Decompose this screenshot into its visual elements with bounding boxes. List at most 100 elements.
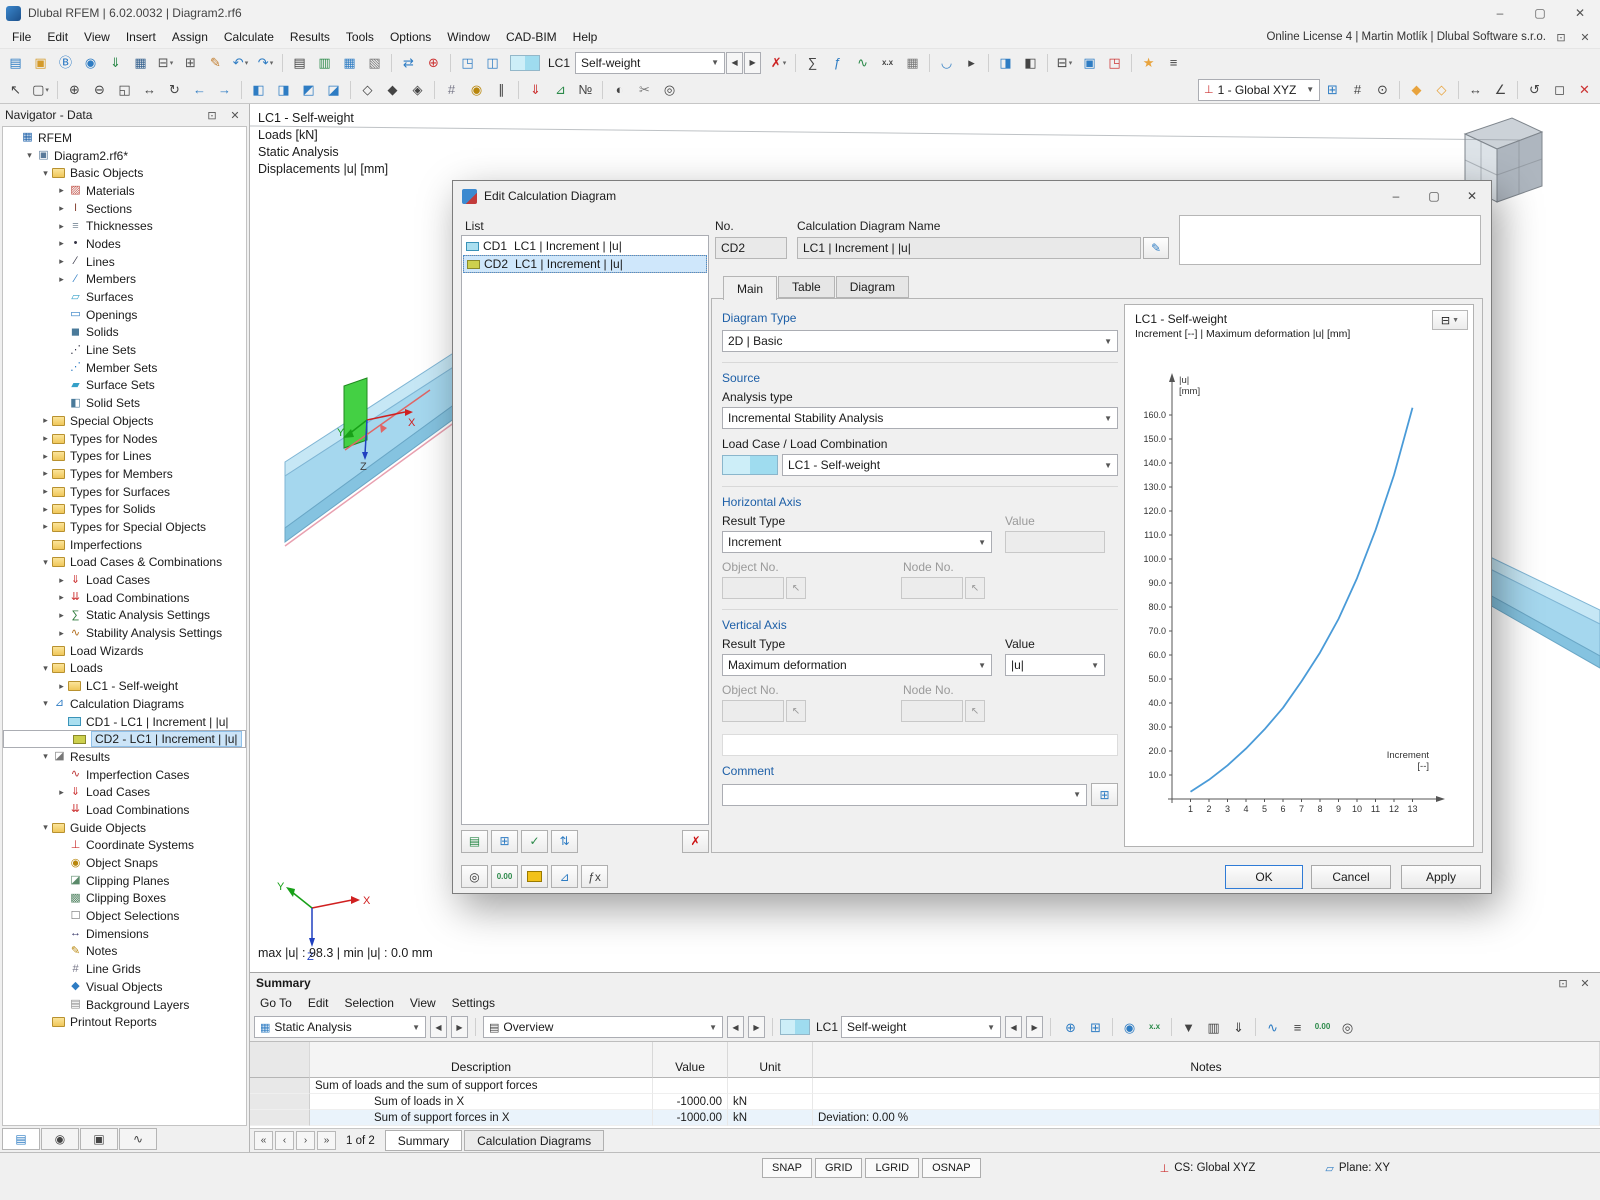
- protractor-icon[interactable]: ∠: [1489, 78, 1512, 101]
- collapse-icon[interactable]: ▾: [39, 168, 52, 179]
- tree-item-object-selections[interactable]: ☐Object Selections: [3, 907, 246, 925]
- redo-icon[interactable]: ↷▾: [254, 51, 277, 74]
- vertical-result-type-select[interactable]: Maximum deformation▼: [722, 654, 992, 676]
- row-gutter[interactable]: [250, 1110, 310, 1126]
- show-supports-icon[interactable]: ⊿: [549, 78, 572, 101]
- tree-item-background-layers[interactable]: ▤Background Layers: [3, 996, 246, 1014]
- isometric-view-icon[interactable]: ◪: [322, 78, 345, 101]
- expand-icon[interactable]: ▸: [55, 592, 68, 603]
- next-load-case-button[interactable]: ▶: [1026, 1016, 1043, 1038]
- tree-item-surface-sets[interactable]: ▰Surface Sets: [3, 377, 246, 395]
- dialog-minimize-button[interactable]: –: [1377, 182, 1415, 210]
- column-header-value[interactable]: Value: [653, 1042, 728, 1078]
- tree-item-loads[interactable]: ▾Loads: [3, 660, 246, 678]
- tree-item-basic-objects[interactable]: ▾Basic Objects: [3, 164, 246, 182]
- tree-item-calculation-diagrams[interactable]: ▾⊿Calculation Diagrams: [3, 695, 246, 713]
- tree-item-printout-reports[interactable]: Printout Reports: [3, 1013, 246, 1031]
- collapse-icon[interactable]: ▾: [39, 822, 52, 833]
- collapse-icon[interactable]: ▾: [39, 557, 52, 568]
- tab-table[interactable]: Table: [778, 276, 835, 298]
- next-page-button[interactable]: ›: [296, 1131, 315, 1150]
- delete-diagram-icon[interactable]: ✗: [682, 830, 709, 853]
- previous-view-icon[interactable]: ←: [188, 78, 211, 101]
- last-page-button[interactable]: »: [317, 1131, 336, 1150]
- result-values-icon[interactable]: x.x: [876, 51, 899, 74]
- menu-results[interactable]: Results: [282, 27, 338, 47]
- tree-item-member-sets[interactable]: ⋰Member Sets: [3, 359, 246, 377]
- tree-item-types-for-solids[interactable]: ▸Types for Solids: [3, 500, 246, 518]
- first-page-button[interactable]: «: [254, 1131, 273, 1150]
- load-case-select[interactable]: LC1 - Self-weight▼: [782, 454, 1118, 476]
- configuration-icon[interactable]: ≡: [1162, 51, 1185, 74]
- expand-icon[interactable]: ▸: [39, 504, 52, 515]
- calculate-all-icon[interactable]: ∑: [801, 51, 824, 74]
- axes-icon[interactable]: ⊿: [551, 865, 578, 888]
- float-panel-icon[interactable]: ⊡: [203, 109, 221, 122]
- cell-value[interactable]: -1000.00: [653, 1094, 728, 1110]
- row-gutter[interactable]: [250, 1094, 310, 1110]
- expand-icon[interactable]: ▸: [55, 238, 68, 249]
- navigator-tab-data[interactable]: ▤: [2, 1128, 40, 1150]
- tree-item-line-grids[interactable]: #Line Grids: [3, 960, 246, 978]
- print-chart-button[interactable]: ⊟▼: [1432, 310, 1468, 330]
- menu-cad-bim[interactable]: CAD-BIM: [498, 27, 565, 47]
- cell-notes[interactable]: [813, 1078, 1600, 1094]
- float-panel-icon[interactable]: ⊡: [1554, 977, 1572, 990]
- table-view-select[interactable]: ▤ Overview▼: [483, 1016, 723, 1038]
- collapse-icon[interactable]: ▾: [39, 751, 52, 762]
- tree-item-thicknesses[interactable]: ▸≡Thicknesses: [3, 217, 246, 235]
- display-properties-icon[interactable]: ◧: [1019, 51, 1042, 74]
- chart-icon[interactable]: ∿: [1261, 1016, 1284, 1039]
- comment-templates-button[interactable]: ⊞: [1091, 783, 1118, 806]
- decimals-icon[interactable]: 0.00: [491, 865, 518, 888]
- render-transparent-icon[interactable]: ◈: [406, 78, 429, 101]
- column-header-notes[interactable]: Notes: [813, 1042, 1600, 1078]
- navigator-tab-display[interactable]: ◉: [41, 1128, 79, 1150]
- snap-node-icon[interactable]: ◆: [1405, 78, 1428, 101]
- tree-item-diagram2-rf6[interactable]: ▾▣Diagram2.rf6*: [3, 147, 246, 165]
- menu-calculate[interactable]: Calculate: [216, 27, 282, 47]
- expand-icon[interactable]: ▸: [39, 415, 52, 426]
- previous-load-case-button[interactable]: ◀: [726, 52, 743, 74]
- table-tab-summary[interactable]: Summary: [385, 1130, 462, 1151]
- previous-analysis-button[interactable]: ◀: [430, 1016, 447, 1038]
- column-header-unit[interactable]: Unit: [728, 1042, 813, 1078]
- tree-item-notes[interactable]: ✎Notes: [3, 943, 246, 961]
- dialog-titlebar[interactable]: Edit Calculation Diagram – ▢ ✕: [453, 181, 1491, 211]
- menu-view[interactable]: View: [76, 27, 118, 47]
- table-columns-icon[interactable]: ▥: [1202, 1016, 1225, 1039]
- snap-settings-icon[interactable]: ◉: [465, 78, 488, 101]
- sync-views-icon[interactable]: ⊕: [1059, 1016, 1082, 1039]
- close-panel-icon[interactable]: ✕: [226, 109, 244, 122]
- toggle-osnap[interactable]: OSNAP: [922, 1158, 981, 1178]
- expand-icon[interactable]: ▸: [55, 203, 68, 214]
- menu-assign[interactable]: Assign: [164, 27, 216, 47]
- panel-icon[interactable]: ◨: [994, 51, 1017, 74]
- menu-file[interactable]: File: [4, 27, 39, 47]
- undo-view-icon[interactable]: ↺: [1523, 78, 1546, 101]
- next-analysis-button[interactable]: ▶: [451, 1016, 468, 1038]
- table-export-icon[interactable]: ⇓: [1227, 1016, 1250, 1039]
- block-icon[interactable]: ▣: [1078, 51, 1101, 74]
- menu-window[interactable]: Window: [439, 27, 498, 47]
- cell-description[interactable]: Sum of loads in X: [310, 1094, 653, 1110]
- select-check-icon[interactable]: ✓: [521, 830, 548, 853]
- expand-icon[interactable]: ▸: [55, 575, 68, 586]
- expand-icon[interactable]: ▸: [55, 221, 68, 232]
- tree-item-solids[interactable]: ◼Solids: [3, 324, 246, 342]
- dialog-maximize-button[interactable]: ▢: [1415, 182, 1453, 210]
- show-grid-icon[interactable]: #: [440, 78, 463, 101]
- full-view-icon[interactable]: ◻: [1548, 78, 1571, 101]
- tree-item-openings[interactable]: ▭Openings: [3, 306, 246, 324]
- zoom-selected-icon[interactable]: ◉: [1118, 1016, 1141, 1039]
- printout-report-icon[interactable]: ▦: [338, 51, 361, 74]
- window-maximize-button[interactable]: ▢: [1520, 0, 1560, 26]
- work-plane-indicator[interactable]: ▱ Plane: XY: [1325, 1158, 1390, 1178]
- previous-load-case-button[interactable]: ◀: [1005, 1016, 1022, 1038]
- webservice-icon[interactable]: ◉: [79, 51, 102, 74]
- zoom-out-icon[interactable]: ⊖: [88, 78, 111, 101]
- render-solid-icon[interactable]: ◆: [381, 78, 404, 101]
- reorder-icon[interactable]: ⇅: [551, 830, 578, 853]
- tree-item-coordinate-systems[interactable]: ⊥Coordinate Systems: [3, 837, 246, 855]
- tree-item-load-cases[interactable]: ▸⇓Load Cases: [3, 783, 246, 801]
